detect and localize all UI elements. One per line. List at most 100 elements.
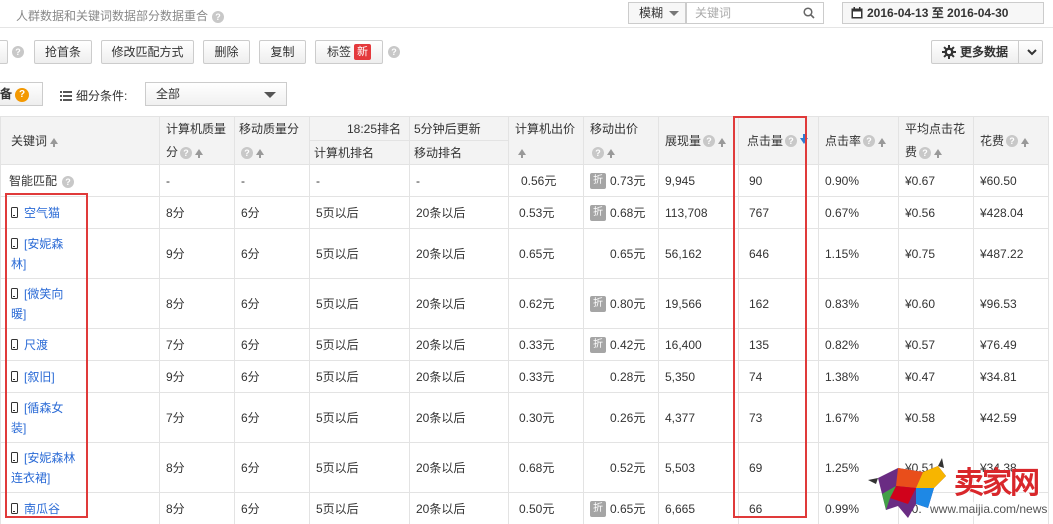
sort-icon[interactable] [878, 137, 887, 147]
keyword-cell[interactable]: [循森女装] [0, 392, 160, 443]
keyword-cell[interactable]: 南瓜谷 [0, 492, 160, 524]
keyword-link[interactable]: 尺渡 [24, 338, 48, 352]
sort-icon[interactable] [934, 149, 943, 159]
col-header-pc-quality-1[interactable]: 计算机质量 [159, 116, 235, 141]
mobile-bid-cell[interactable]: 0.65元 [583, 228, 659, 279]
col-header-mobile-bid-1[interactable]: 移动出价 [583, 116, 659, 141]
keyword-search-box[interactable] [686, 2, 824, 24]
keyword-link-cont[interactable]: 连衣裙] [11, 471, 50, 485]
search-icon[interactable] [803, 7, 815, 19]
help-icon[interactable]: ? [1006, 135, 1019, 148]
col-header-mobile-bid-2[interactable]: ? [583, 140, 659, 165]
help-icon[interactable]: ? [785, 135, 798, 148]
sort-icon[interactable] [607, 149, 615, 159]
help-badge-icon[interactable]: ? [15, 88, 30, 102]
mobile-bid-cell[interactable]: 0.28元 [583, 360, 659, 393]
help-icon[interactable]: ? [592, 147, 604, 160]
col-header-clicks[interactable]: 点击量? [738, 116, 819, 165]
grab-first-button[interactable]: 抢首条 [34, 40, 92, 64]
keyword-link[interactable]: [微笑向 [24, 287, 63, 301]
clicks-cell: 74 [738, 360, 819, 393]
col-header-cost[interactable]: 花费? [973, 116, 1049, 165]
sort-icon[interactable] [718, 137, 727, 147]
col-header-mobile-quality-1[interactable]: 移动质量分 [234, 116, 310, 141]
match-mode-dropdown[interactable]: 模糊 [628, 2, 686, 24]
keyword-link[interactable]: [循森女 [24, 401, 63, 415]
pc-bid-cell[interactable]: 0.62元 [508, 278, 584, 329]
sort-icon[interactable] [1021, 137, 1030, 147]
keyword-link[interactable]: 空气猫 [24, 206, 60, 220]
sort-icon[interactable] [256, 149, 264, 159]
keyword-cell[interactable]: [安妮森林] [0, 228, 160, 279]
impressions-cell: 16,400 [658, 328, 739, 361]
help-icon[interactable]: ? [212, 10, 225, 23]
chevron-down-icon[interactable] [1026, 46, 1038, 58]
pc-bid-cell[interactable]: 0.68元 [508, 442, 584, 493]
col-header-avg-cpc-1[interactable]: 平均点击花 [898, 116, 974, 141]
mobile-bid-value: 0.42元 [610, 337, 646, 352]
sort-icon[interactable] [195, 149, 204, 159]
help-icon[interactable]: ? [388, 46, 400, 58]
condition-select[interactable]: 全部 [145, 82, 287, 106]
col-header-mobile-quality-2[interactable]: ? [234, 140, 310, 165]
help-icon[interactable]: ? [180, 147, 193, 160]
keyword-link-cont[interactable]: 暖] [11, 307, 26, 321]
mobile-quality-cell: 6分 [234, 228, 310, 279]
pc-bid-cell[interactable]: 0.50元 [508, 492, 584, 524]
keyword-cell[interactable]: [安妮森林连衣裙] [0, 442, 160, 493]
pc-bid-cell[interactable]: 0.33元 [508, 328, 584, 361]
sort-icon[interactable] [518, 149, 526, 159]
col-header-pc-bid-2[interactable] [508, 140, 584, 165]
mobile-bid-cell[interactable]: 折 0.80元 [583, 278, 659, 329]
keyword-cell[interactable]: 空气猫 [0, 196, 160, 229]
mobile-bid-cell[interactable]: 折 0.42元 [583, 328, 659, 361]
copy-button[interactable]: 复制 [259, 40, 306, 64]
mobile-bid-cell[interactable]: 折 0.65元 [583, 492, 659, 524]
help-icon[interactable]: ? [919, 147, 932, 160]
pc-bid-cell[interactable]: 0.33元 [508, 360, 584, 393]
mobile-bid-cell[interactable]: 0.52元 [583, 442, 659, 493]
col-header-pc-quality-2[interactable]: 分? [159, 140, 235, 165]
keyword-link[interactable]: [安妮森林 [24, 451, 75, 465]
keyword-link[interactable]: 南瓜谷 [24, 502, 60, 516]
col-header-impressions[interactable]: 展现量? [658, 116, 739, 165]
col-header-ctr[interactable]: 点击率? [818, 116, 899, 165]
more-data-button[interactable]: 更多数据 [931, 40, 1043, 64]
help-icon[interactable]: ? [12, 46, 24, 58]
toolbar-button-partial[interactable] [0, 40, 8, 64]
device-filter-button[interactable]: 备? [0, 82, 43, 106]
pc-bid-cell[interactable]: 0.53元 [508, 196, 584, 229]
pc-bid-cell[interactable]: 0.65元 [508, 228, 584, 279]
mobile-bid-value: 0.26元 [610, 411, 646, 425]
sort-desc-icon[interactable] [800, 133, 809, 144]
help-icon[interactable]: ? [863, 135, 876, 148]
pc-bid-cell[interactable]: 0.30元 [508, 392, 584, 443]
delete-button[interactable]: 删除 [203, 40, 250, 64]
keyword-search-input[interactable] [687, 3, 797, 23]
help-icon[interactable]: ? [62, 175, 75, 188]
mobile-quality-cell: 6分 [234, 328, 310, 361]
condition-label: 细分条件: [60, 87, 127, 104]
mobile-rank-cell: 20条以后 [409, 360, 509, 393]
keyword-cell[interactable]: 尺渡 [0, 328, 160, 361]
help-icon[interactable]: ? [703, 135, 716, 148]
date-range-picker[interactable]: 2016-04-13 至 2016-04-30 [842, 2, 1044, 24]
keyword-link-cont[interactable]: 林] [11, 257, 26, 271]
keyword-link-cont[interactable]: 装] [11, 421, 26, 435]
help-icon[interactable]: ? [241, 147, 253, 160]
modify-match-button[interactable]: 修改匹配方式 [101, 40, 194, 64]
col-header-update-note: 5分钟后更新 [409, 116, 509, 141]
sort-icon[interactable] [50, 137, 59, 147]
col-header-keyword[interactable]: 关键词 [0, 116, 160, 165]
keyword-cell[interactable]: [叙旧] [0, 360, 160, 393]
col-header-pc-bid-1[interactable]: 计算机出价 [508, 116, 584, 141]
keyword-cell[interactable]: [微笑向暖] [0, 278, 160, 329]
col-header-pc-rank: 计算机排名 [309, 140, 410, 165]
col-header-avg-cpc-2[interactable]: 费? [898, 140, 974, 165]
keyword-link[interactable]: [安妮森 [24, 237, 63, 251]
mobile-bid-cell[interactable]: 0.26元 [583, 392, 659, 443]
keyword-link[interactable]: [叙旧] [24, 370, 55, 384]
col-header-rank-time: 18:25排名 [309, 116, 410, 141]
tag-button[interactable]: 标签新 [315, 40, 383, 64]
mobile-bid-cell[interactable]: 折 0.68元 [583, 196, 659, 229]
